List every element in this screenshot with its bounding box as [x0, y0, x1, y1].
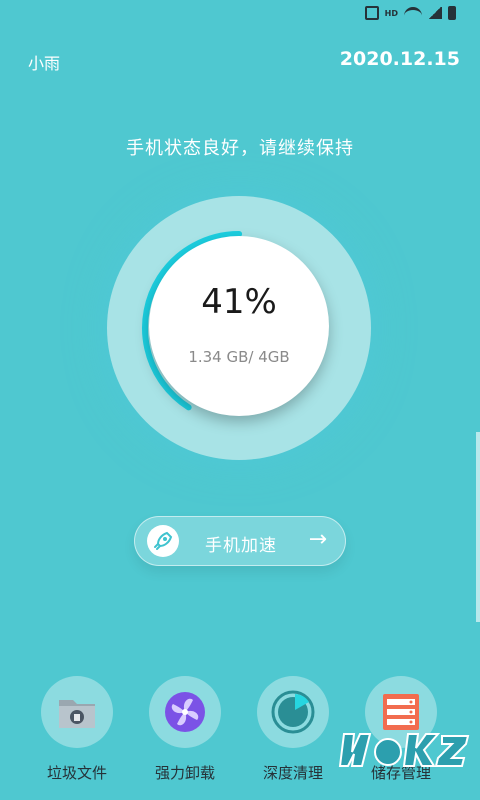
tool-deep-clean-label: 深度清理: [262, 764, 323, 782]
phone-boost-button[interactable]: 手机加速 →: [134, 516, 346, 566]
status-icons: HD: [364, 6, 456, 20]
mute-icon: [364, 6, 379, 20]
pie-gauge-icon: [271, 690, 315, 734]
memory-usage-percent: 41%: [201, 282, 277, 322]
arrow-right-icon: →: [308, 527, 327, 552]
tool-deep-clean-circle: [257, 676, 329, 748]
current-date: 2020.12.15: [339, 48, 460, 70]
scroll-indicator: [476, 432, 480, 622]
trash-folder-icon: [59, 700, 95, 728]
wifi-icon: [404, 7, 422, 19]
fan-icon: [165, 692, 205, 732]
status-bar: HD: [0, 0, 480, 28]
phone-boost-label: 手机加速: [205, 536, 277, 556]
phone-status-message: 手机状态良好，请继续保持: [126, 138, 354, 159]
tool-force-uninstall-circle: [149, 676, 221, 748]
memory-gauge-center: [149, 236, 329, 416]
signal-icon: [428, 7, 442, 19]
tool-force-uninstall-label: 强力卸载: [154, 764, 215, 782]
tool-junk-files-label: 垃圾文件: [46, 764, 107, 782]
tool-force-uninstall[interactable]: 强力卸载: [131, 676, 239, 783]
battery-icon: [448, 6, 456, 20]
memory-usage-amount: 1.34 GB/ 4GB: [188, 348, 290, 366]
tool-deep-clean[interactable]: 深度清理: [239, 676, 347, 783]
hd-label: HD: [384, 8, 398, 18]
user-name: 小雨: [28, 54, 61, 73]
rocket-icon: [147, 525, 179, 557]
tool-junk-files[interactable]: 垃圾文件: [23, 676, 131, 783]
watermark-logo: [338, 733, 470, 767]
tool-junk-files-circle: [41, 676, 113, 748]
